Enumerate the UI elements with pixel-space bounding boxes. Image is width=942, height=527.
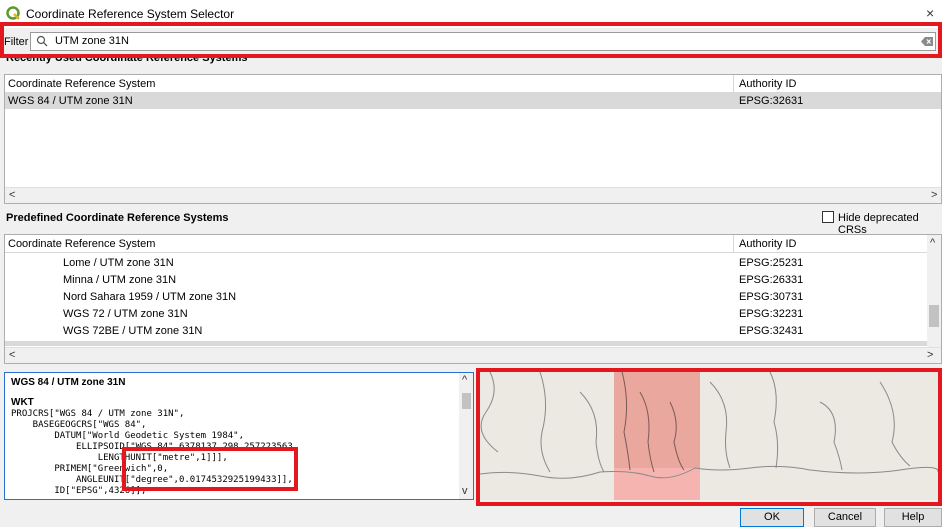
table-row[interactable]: WGS 72 / UTM zone 31N EPSG:32231: [5, 306, 941, 322]
predefined-crs-table: Coordinate Reference System Authority ID…: [4, 234, 942, 364]
column-header-crs[interactable]: Coordinate Reference System: [8, 78, 155, 90]
row-authority-id: EPSG:32231: [739, 308, 804, 320]
window-title: Coordinate Reference System Selector: [26, 7, 235, 21]
horizontal-scrollbar[interactable]: < >: [5, 187, 941, 203]
scroll-right-icon[interactable]: >: [927, 349, 933, 361]
row-crs-name: WGS 72BE / UTM zone 31N: [63, 325, 203, 337]
row-authority-id: EPSG:30731: [739, 291, 804, 303]
help-button[interactable]: Help: [884, 508, 942, 527]
table-row-partial[interactable]: [5, 341, 941, 346]
table-row[interactable]: Lome / UTM zone 31N EPSG:25231: [5, 255, 941, 271]
wkt-line: PROJCRS["WGS 84 / UTM zone 31N",: [11, 409, 185, 419]
table-row[interactable]: Minna / UTM zone 31N EPSG:26331: [5, 272, 941, 288]
table-row[interactable]: WGS 72BE / UTM zone 31N EPSG:32431: [5, 323, 941, 339]
highlight-box-wkt: [122, 447, 298, 491]
ok-button[interactable]: OK: [740, 508, 804, 527]
scroll-up-icon[interactable]: ^: [462, 374, 467, 386]
wkt-label: WKT: [11, 397, 34, 408]
scroll-down-icon[interactable]: v: [462, 485, 468, 497]
table-header: Coordinate Reference System Authority ID: [5, 235, 941, 253]
table-row[interactable]: WGS 84 / UTM zone 31N EPSG:32631: [5, 93, 941, 109]
table-header: Coordinate Reference System Authority ID: [5, 75, 941, 93]
scroll-left-icon[interactable]: <: [9, 349, 15, 361]
scroll-up-icon[interactable]: ^: [930, 237, 935, 249]
table-row[interactable]: Nord Sahara 1959 / UTM zone 31N EPSG:307…: [5, 289, 941, 305]
wkt-line: BASEGEOGCRS["WGS 84",: [11, 420, 147, 430]
column-header-crs[interactable]: Coordinate Reference System: [8, 238, 155, 250]
wkt-line: DATUM["World Geodetic System 1984",: [11, 431, 244, 441]
wkt-crs-name: WGS 84 / UTM zone 31N: [11, 377, 126, 388]
recent-crs-table: Coordinate Reference System Authority ID…: [4, 74, 942, 204]
vertical-scrollbar[interactable]: ^: [927, 235, 941, 347]
row-crs-name: WGS 84 / UTM zone 31N: [8, 95, 133, 107]
row-authority-id: EPSG:26331: [739, 274, 804, 286]
highlight-box-map: [476, 368, 942, 506]
predefined-crs-heading: Predefined Coordinate Reference Systems: [6, 212, 229, 224]
row-authority-id: EPSG:32631: [739, 95, 804, 107]
scroll-right-icon[interactable]: >: [931, 189, 937, 201]
row-authority-id: EPSG:25231: [739, 257, 804, 269]
qgis-logo-icon: [6, 6, 20, 20]
row-crs-name: Lome / UTM zone 31N: [63, 257, 174, 269]
highlight-box-filter: [0, 22, 942, 58]
row-crs-name: Nord Sahara 1959 / UTM zone 31N: [63, 291, 237, 303]
scrollbar-thumb[interactable]: [462, 393, 471, 409]
column-header-authority[interactable]: Authority ID: [739, 238, 796, 250]
hide-deprecated-checkbox[interactable]: [822, 211, 834, 223]
row-crs-name: WGS 72 / UTM zone 31N: [63, 308, 188, 320]
close-icon[interactable]: ×: [926, 5, 934, 21]
scrollbar-thumb[interactable]: [929, 305, 939, 327]
hide-deprecated-label[interactable]: Hide deprecated CRSs: [838, 212, 942, 236]
wkt-vertical-scrollbar[interactable]: ^ v: [459, 373, 473, 499]
column-header-authority[interactable]: Authority ID: [739, 78, 796, 90]
horizontal-scrollbar[interactable]: < >: [5, 347, 941, 363]
scroll-left-icon[interactable]: <: [9, 189, 15, 201]
row-crs-name: Minna / UTM zone 31N: [63, 274, 177, 286]
cancel-button[interactable]: Cancel: [814, 508, 876, 527]
row-authority-id: EPSG:32431: [739, 325, 804, 337]
